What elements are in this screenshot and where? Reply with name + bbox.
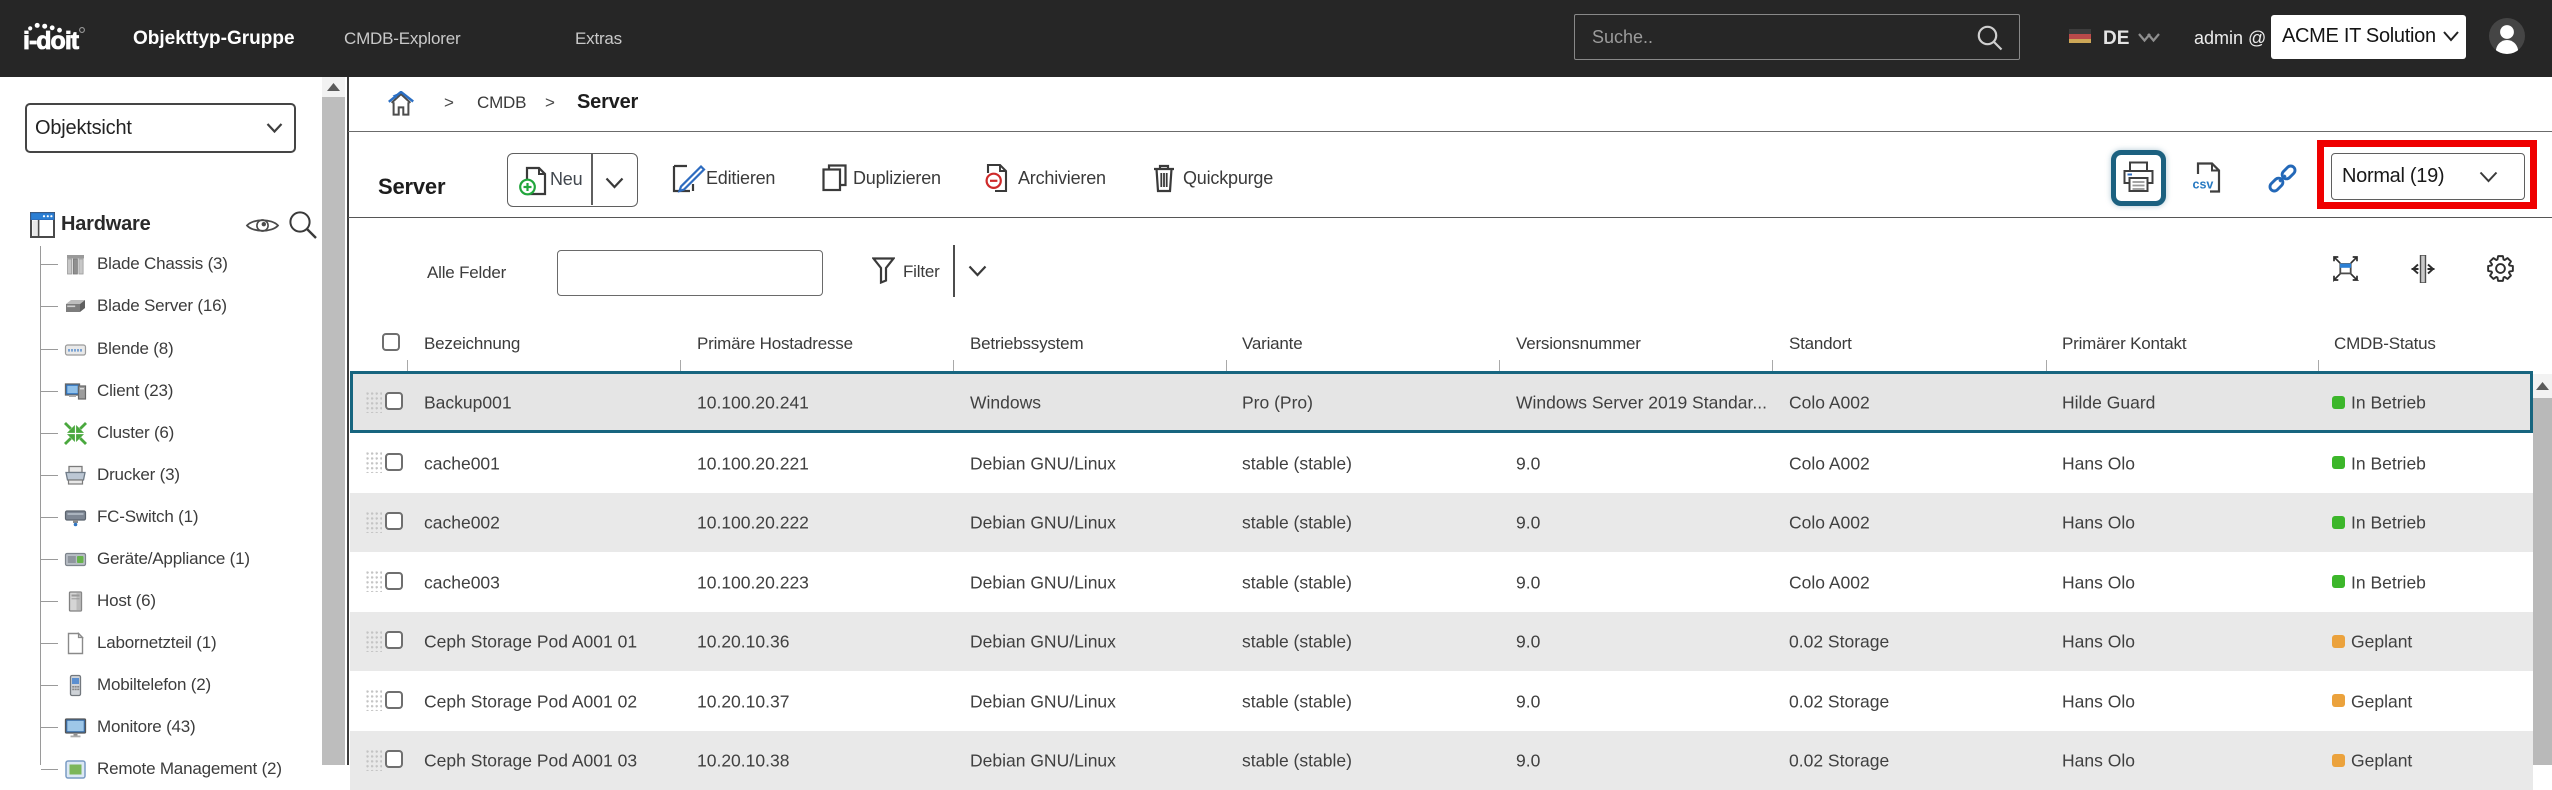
svg-text:csv: csv: [2193, 178, 2214, 192]
